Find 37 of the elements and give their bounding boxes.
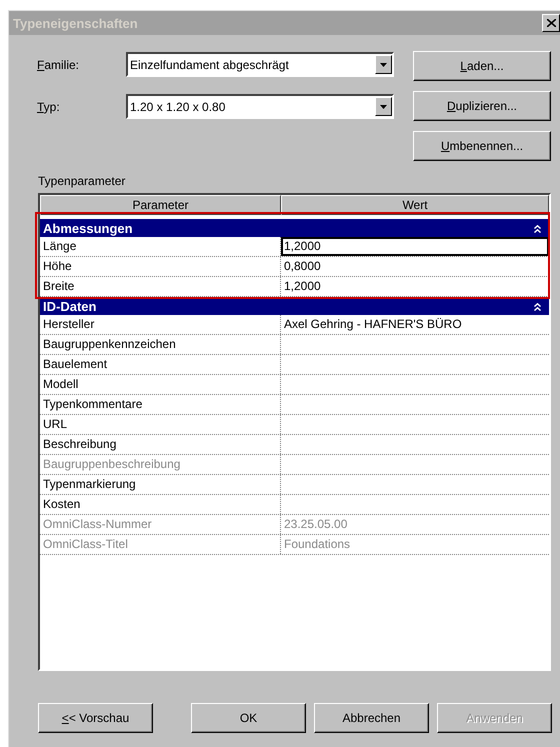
- table-cell: Beschreibung: [40, 435, 281, 454]
- group-title: ID-Daten: [43, 298, 96, 314]
- column-header[interactable]: Wert: [281, 195, 549, 215]
- field-label: Familie:: [37, 58, 80, 72]
- field-label: Typ:: [37, 100, 61, 114]
- close-icon: [546, 19, 556, 27]
- close-button[interactable]: [542, 14, 560, 32]
- table-cell: Modell: [40, 375, 281, 394]
- table-cell: URL: [40, 415, 281, 434]
- dialog-button[interactable]: Abbrechen: [314, 703, 429, 733]
- table-cell: Bauelement: [40, 355, 281, 374]
- table-cell[interactable]: 1,2000: [281, 237, 549, 256]
- table-cell: Baugruppenbeschreibung: [40, 455, 281, 474]
- table-cell: Typenkommentare: [40, 395, 281, 414]
- dropdown-field[interactable]: Einzelfundament abgeschrägt: [126, 52, 394, 77]
- dialog-button[interactable]: OK: [191, 703, 306, 733]
- dialog-button[interactable]: Duplizieren...: [413, 91, 551, 121]
- table-cell: Baugruppenkennzeichen: [40, 335, 281, 354]
- table-cell: Typenmarkierung: [40, 475, 281, 494]
- table-cell: Länge: [40, 237, 281, 256]
- table-cell: Höhe: [40, 257, 281, 276]
- table-cell: OmniClass-Nummer: [40, 515, 281, 534]
- table-cell: Hersteller: [40, 315, 281, 334]
- table-cell: OmniClass-Titel: [40, 535, 281, 554]
- group-header[interactable]: Abmessungen: [40, 219, 549, 237]
- table-cell: Kosten: [40, 495, 281, 514]
- table-cell: Breite: [40, 277, 281, 296]
- dialog-button[interactable]: Umbenennen...: [413, 131, 551, 161]
- table-cell[interactable]: 0,8000: [281, 257, 549, 276]
- section-label: Typenparameter: [37, 173, 126, 188]
- dialog-button[interactable]: << Vorschau: [38, 703, 153, 733]
- column-header[interactable]: Parameter: [40, 195, 281, 215]
- dialog-button[interactable]: Laden...: [413, 51, 551, 81]
- table-cell[interactable]: Axel Gehring - HAFNER'S BÜRO: [281, 315, 549, 334]
- dropdown-field[interactable]: 1.20 x 1.20 x 0.80: [126, 94, 394, 119]
- group-title: Abmessungen: [43, 220, 133, 236]
- table-cell[interactable]: 1,2000: [281, 277, 549, 296]
